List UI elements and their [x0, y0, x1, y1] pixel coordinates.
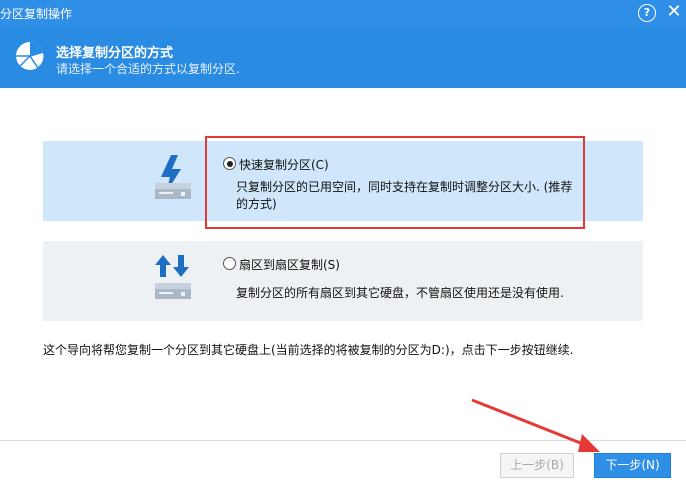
sector-copy-label: 扇区到扇区复制(S) — [239, 258, 340, 272]
page-subtitle: 请选择一个合适的方式以复制分区. — [56, 62, 240, 76]
window-title: 分区复制操作 — [0, 7, 73, 21]
highlight-box — [205, 136, 585, 229]
footer-divider — [0, 440, 686, 441]
option-sector-copy[interactable]: 扇区到扇区复制(S) 复制分区的所有扇区到其它硬盘，不管扇区使用还是没有使用. — [43, 241, 643, 321]
wizard-header: 选择复制分区的方式 请选择一个合适的方式以复制分区. — [0, 26, 686, 88]
next-button[interactable]: 下一步(N) — [594, 453, 671, 478]
wizard-hint: 这个导向将帮您复制一个分区到其它硬盘上(当前选择的将被复制的分区为D:)，点击下… — [43, 343, 574, 357]
previous-button[interactable]: 上一步(B) — [500, 453, 574, 478]
lightning-disk-icon — [155, 155, 191, 199]
title-bar: 分区复制操作 ? ✕ — [0, 0, 686, 26]
partition-pie-icon — [16, 41, 45, 70]
sector-copy-radio[interactable] — [223, 257, 236, 270]
sector-copy-description: 复制分区的所有扇区到其它硬盘，不管扇区使用还是没有使用. — [236, 286, 564, 300]
page-title: 选择复制分区的方式 — [56, 46, 174, 61]
help-icon[interactable]: ? — [638, 4, 656, 22]
sector-copy-disk-icon — [155, 255, 191, 299]
close-icon[interactable]: ✕ — [664, 2, 684, 22]
